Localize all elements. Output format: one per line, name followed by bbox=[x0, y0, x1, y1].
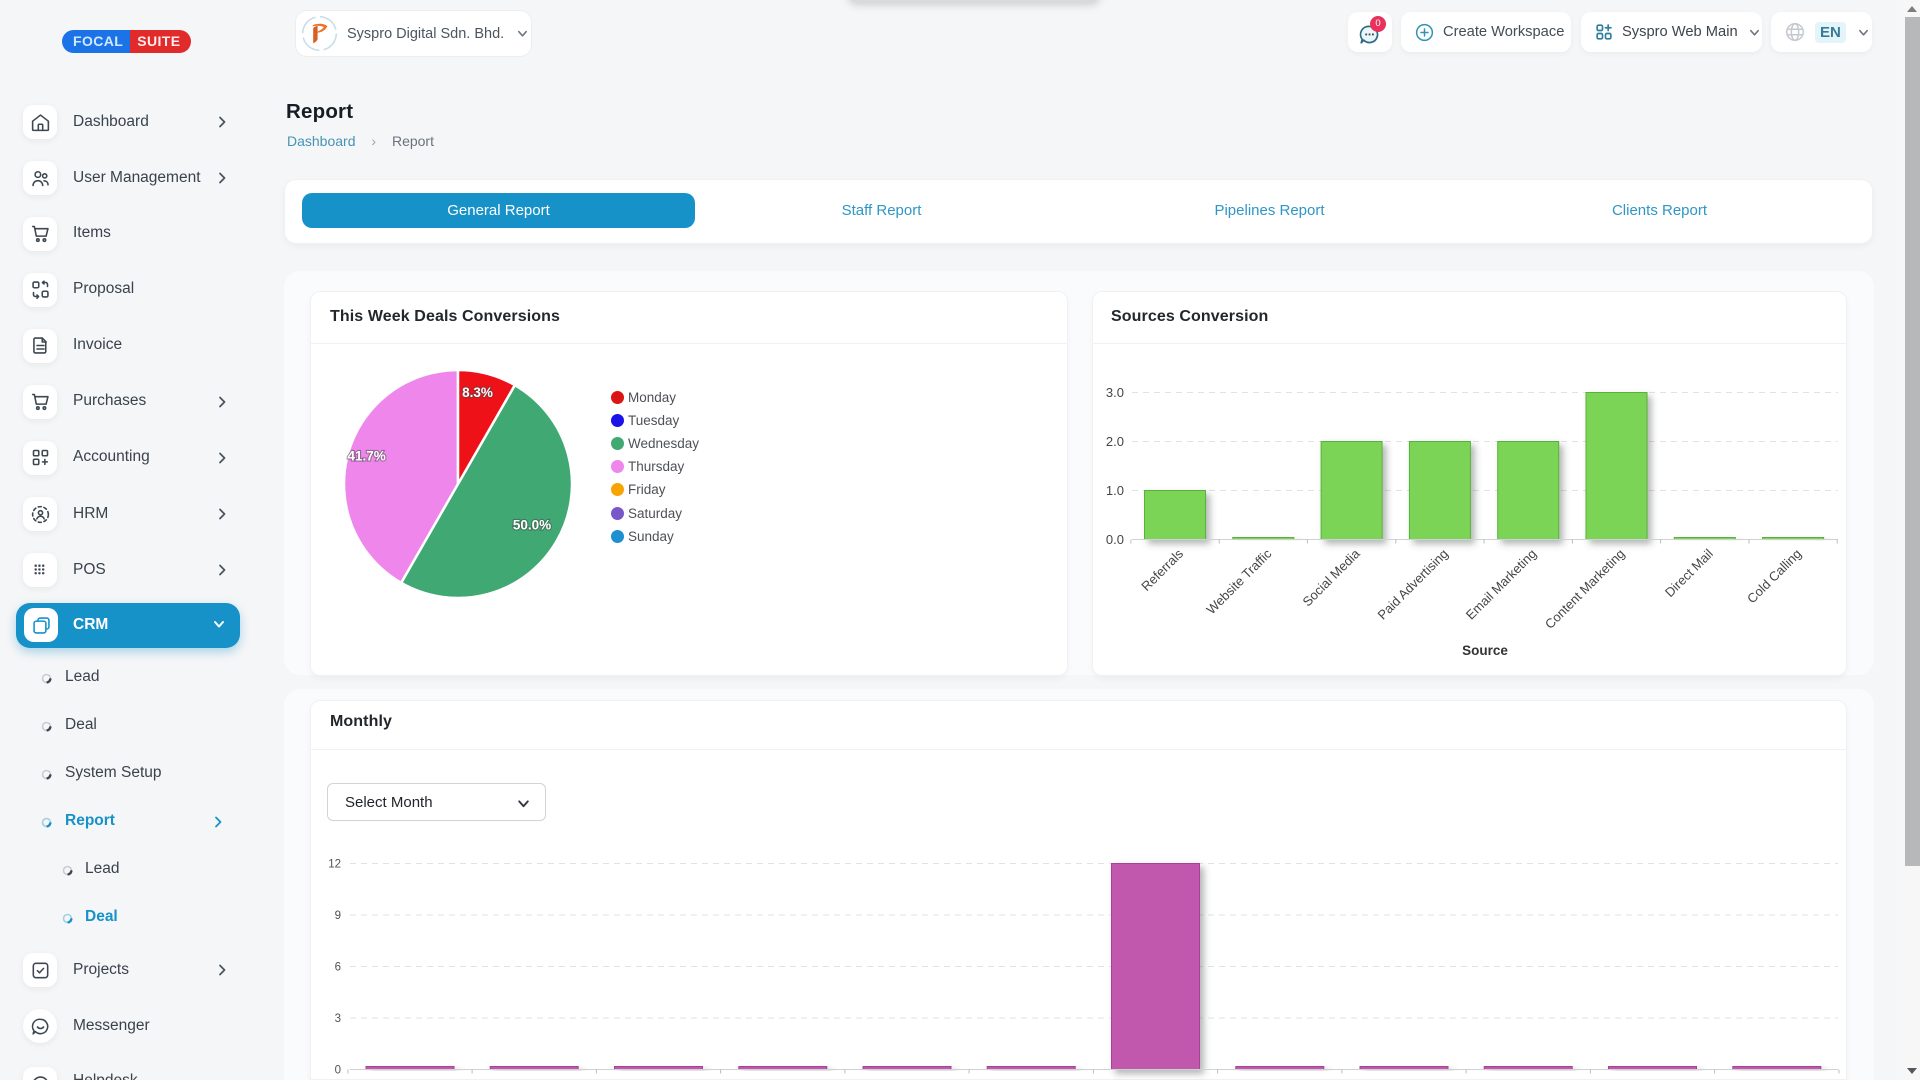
svg-text:3: 3 bbox=[335, 1013, 341, 1025]
svg-text:1.0: 1.0 bbox=[1106, 483, 1124, 498]
svg-text:8.3%: 8.3% bbox=[462, 385, 493, 400]
svg-text:9: 9 bbox=[335, 910, 341, 922]
svg-text:Content Marketing: Content Marketing bbox=[1542, 546, 1628, 632]
svg-text:6: 6 bbox=[335, 962, 341, 974]
svg-text:0: 0 bbox=[335, 1065, 341, 1077]
svg-text:0.0: 0.0 bbox=[1106, 532, 1124, 547]
svg-text:Social Media: Social Media bbox=[1299, 545, 1363, 609]
svg-text:3.0: 3.0 bbox=[1106, 385, 1124, 400]
svg-text:Paid Advertising: Paid Advertising bbox=[1374, 546, 1451, 623]
svg-text:Email Marketing: Email Marketing bbox=[1463, 546, 1540, 623]
svg-text:Referrals: Referrals bbox=[1138, 546, 1186, 594]
svg-text:Source: Source bbox=[1462, 643, 1508, 658]
svg-text:Direct Mail: Direct Mail bbox=[1662, 546, 1716, 600]
svg-text:2.0: 2.0 bbox=[1106, 434, 1124, 449]
svg-text:Website Traffic: Website Traffic bbox=[1203, 546, 1274, 617]
svg-text:41.7%: 41.7% bbox=[347, 449, 385, 464]
svg-text:12: 12 bbox=[328, 859, 341, 871]
svg-text:Cold Calling: Cold Calling bbox=[1744, 546, 1804, 606]
svg-text:50.0%: 50.0% bbox=[513, 518, 551, 533]
